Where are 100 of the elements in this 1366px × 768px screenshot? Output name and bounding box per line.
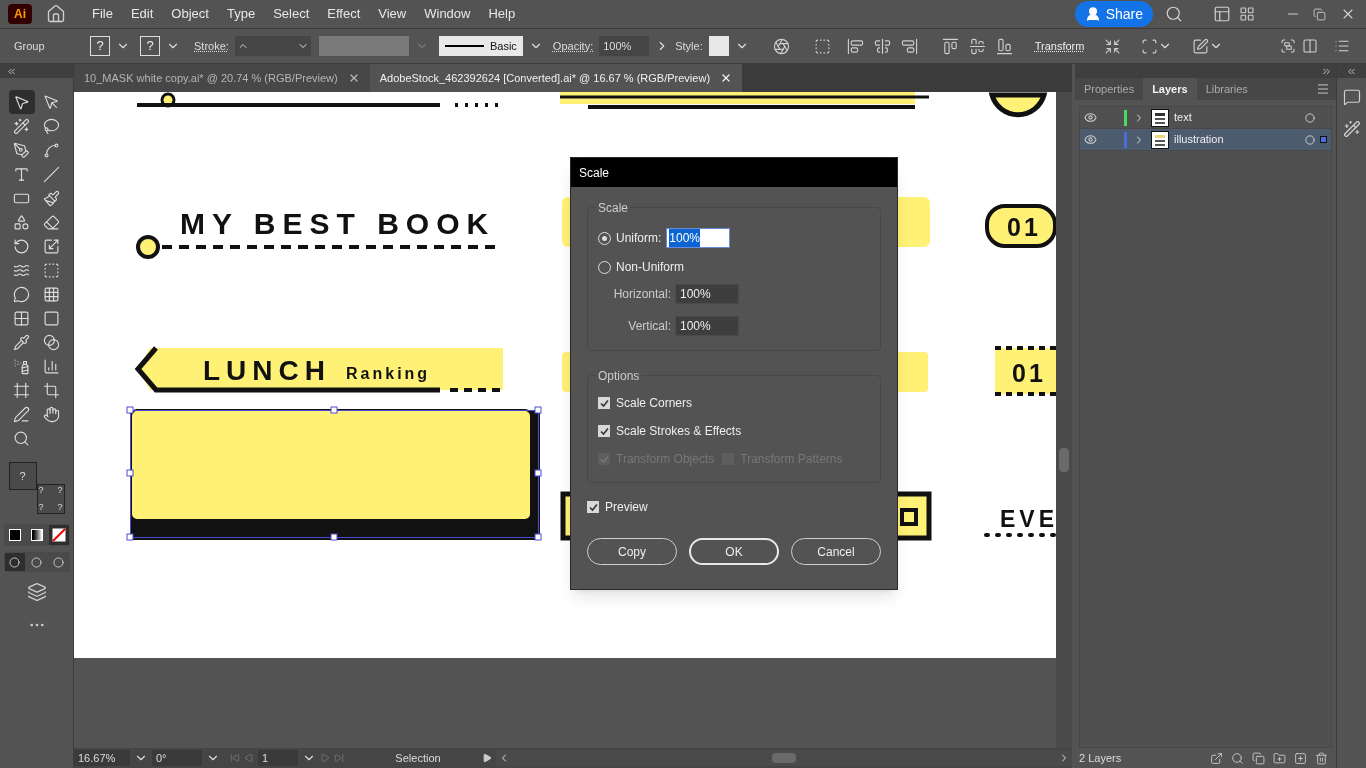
- line-icon[interactable]: [43, 165, 60, 183]
- menu-item[interactable]: Edit: [122, 4, 162, 24]
- shrink-icon[interactable]: [1104, 37, 1122, 55]
- dialog-button[interactable]: OK: [689, 538, 779, 565]
- export-icon[interactable]: [1210, 751, 1223, 765]
- magic-wand-icon[interactable]: [1342, 120, 1361, 138]
- visibility-icon[interactable]: [1083, 133, 1097, 146]
- edit-icon[interactable]: [1192, 37, 1210, 55]
- uniform-field[interactable]: 100%: [666, 228, 731, 248]
- search-icon[interactable]: [1165, 5, 1183, 23]
- workspace-icon[interactable]: [1213, 5, 1231, 23]
- crop-icon[interactable]: [43, 381, 60, 399]
- stroke-weight-field[interactable]: [234, 36, 311, 56]
- panel-tab[interactable]: Properties: [1075, 78, 1144, 100]
- isolate-icon[interactable]: [1141, 37, 1159, 55]
- align-center-icon[interactable]: [873, 37, 891, 55]
- fill-swatch[interactable]: ?: [90, 36, 110, 56]
- panel-menu-icon[interactable]: [1316, 82, 1330, 96]
- home-icon[interactable]: [46, 4, 66, 24]
- color-swatch-icon[interactable]: [8, 529, 21, 541]
- checkbox[interactable]: [598, 397, 610, 409]
- new-layer-icon[interactable]: [1294, 751, 1307, 765]
- document-tab[interactable]: 10_MASK white copy.ai* @ 20.74 % (RGB/Preview): [74, 64, 370, 92]
- blend-icon[interactable]: [43, 333, 60, 351]
- speech-bubble-icon[interactable]: [13, 285, 30, 303]
- restore-icon[interactable]: [1313, 7, 1326, 21]
- target-icon[interactable]: [1305, 134, 1315, 145]
- visibility-icon[interactable]: [1083, 111, 1097, 124]
- type-icon[interactable]: [13, 165, 30, 183]
- horizontal-scrollbar[interactable]: [496, 750, 1072, 766]
- menu-item[interactable]: Object: [163, 4, 217, 24]
- curve-icon[interactable]: [43, 141, 60, 159]
- transform-link[interactable]: Transform: [1034, 37, 1085, 55]
- new-sublayer-icon[interactable]: [1273, 751, 1286, 765]
- play-icon[interactable]: [482, 753, 492, 763]
- pen-icon[interactable]: [13, 141, 30, 159]
- delete-icon[interactable]: [1315, 751, 1328, 765]
- align-bottom-icon[interactable]: [995, 37, 1013, 55]
- checkbox[interactable]: [598, 425, 610, 437]
- align-top-icon[interactable]: [941, 37, 959, 55]
- share-button[interactable]: Share: [1074, 1, 1153, 27]
- opacity-field[interactable]: 100%: [599, 36, 650, 56]
- menu-icon[interactable]: [1334, 38, 1350, 54]
- menu-item[interactable]: Select: [265, 4, 318, 24]
- vertical-field[interactable]: 100%: [675, 316, 739, 336]
- recolor-icon[interactable]: [772, 37, 790, 55]
- outline-pointer-icon[interactable]: [43, 93, 60, 111]
- style-swatch[interactable]: [708, 36, 729, 56]
- checkbox[interactable]: [587, 501, 599, 513]
- selected-art-icon[interactable]: [1319, 136, 1327, 143]
- horizontal-field[interactable]: 100%: [675, 284, 739, 304]
- arrow-pointer-icon[interactable]: [13, 93, 30, 111]
- draw-mode-icon[interactable]: [53, 556, 64, 568]
- stroke-swatch[interactable]: ? ? ? ?: [36, 484, 65, 514]
- vertical-scrollbar[interactable]: [1056, 92, 1072, 748]
- stroke-swatch[interactable]: ?: [140, 36, 160, 56]
- shape-icon[interactable]: [813, 37, 831, 55]
- target-icon[interactable]: [1305, 112, 1315, 123]
- pencil-icon[interactable]: [13, 405, 30, 423]
- variable-width-swatch[interactable]: [318, 36, 409, 56]
- align-middle-icon[interactable]: [968, 37, 986, 55]
- rotate-icon[interactable]: [13, 237, 30, 255]
- mesh-icon[interactable]: [13, 309, 30, 327]
- menu-item[interactable]: Help: [480, 4, 524, 24]
- magic-wand-icon[interactable]: [13, 117, 30, 135]
- hand-icon[interactable]: [43, 405, 60, 423]
- group-icon[interactable]: [1280, 38, 1296, 54]
- align-left-icon[interactable]: [846, 37, 864, 55]
- brush-profile-field[interactable]: Basic: [438, 36, 523, 56]
- frame-icon[interactable]: [13, 381, 30, 399]
- none-swatch-icon[interactable]: [51, 528, 66, 542]
- screen-mode-icon[interactable]: [26, 582, 47, 602]
- search-icon[interactable]: [1231, 751, 1244, 765]
- zoom-field[interactable]: 16.67%: [74, 750, 130, 766]
- shapes-icon[interactable]: [13, 213, 30, 231]
- menu-item[interactable]: Effect: [319, 4, 369, 24]
- menu-item[interactable]: Type: [218, 4, 264, 24]
- lasso-icon[interactable]: [43, 117, 60, 135]
- grid-icon[interactable]: [43, 285, 60, 303]
- eraser-icon[interactable]: [43, 213, 60, 231]
- align-right-icon[interactable]: [900, 37, 918, 55]
- draw-mode-icon[interactable]: [9, 556, 20, 568]
- rotation-field[interactable]: 0°: [152, 750, 202, 766]
- scrollbar-thumb[interactable]: [772, 753, 796, 763]
- spray-can-icon[interactable]: [13, 357, 30, 375]
- bar-chart-icon[interactable]: [43, 357, 60, 375]
- paintbrush-icon[interactable]: [43, 189, 60, 207]
- menu-item[interactable]: Window: [416, 4, 479, 24]
- dashed-square-icon[interactable]: [43, 261, 60, 279]
- draw-mode-icon[interactable]: [31, 556, 42, 568]
- panel-tab[interactable]: Libraries: [1196, 78, 1257, 100]
- eyedropper-icon[interactable]: [13, 333, 30, 351]
- scale-icon[interactable]: [43, 237, 60, 255]
- document-tab[interactable]: AdobeStock_462392624 [Converted].ai* @ 16.67 % (RGB/Preview): [369, 64, 743, 92]
- fill-swatch[interactable]: ?: [8, 462, 37, 490]
- layer-row[interactable]: illustration: [1080, 129, 1331, 151]
- menu-item[interactable]: View: [370, 4, 415, 24]
- gradient-swatch-icon[interactable]: [30, 529, 43, 541]
- zoom-icon[interactable]: [13, 429, 30, 447]
- comment-icon[interactable]: [1342, 88, 1361, 106]
